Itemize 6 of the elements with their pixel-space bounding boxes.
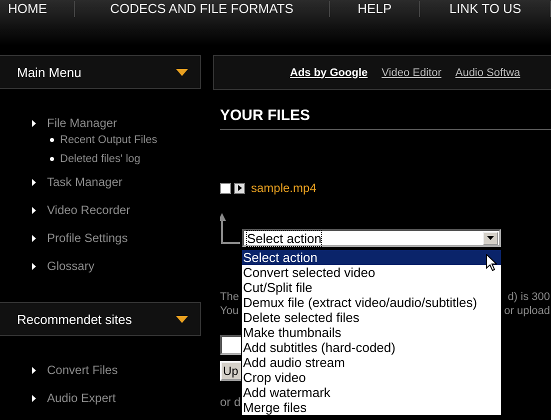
info-text: or upload bbox=[504, 305, 550, 319]
info-text: You bbox=[220, 305, 239, 319]
section-heading: YOUR FILES bbox=[220, 107, 551, 130]
info-text: The bbox=[220, 291, 239, 305]
info-text: d) is 300 bbox=[508, 291, 550, 305]
info-text: or d bbox=[220, 395, 241, 409]
